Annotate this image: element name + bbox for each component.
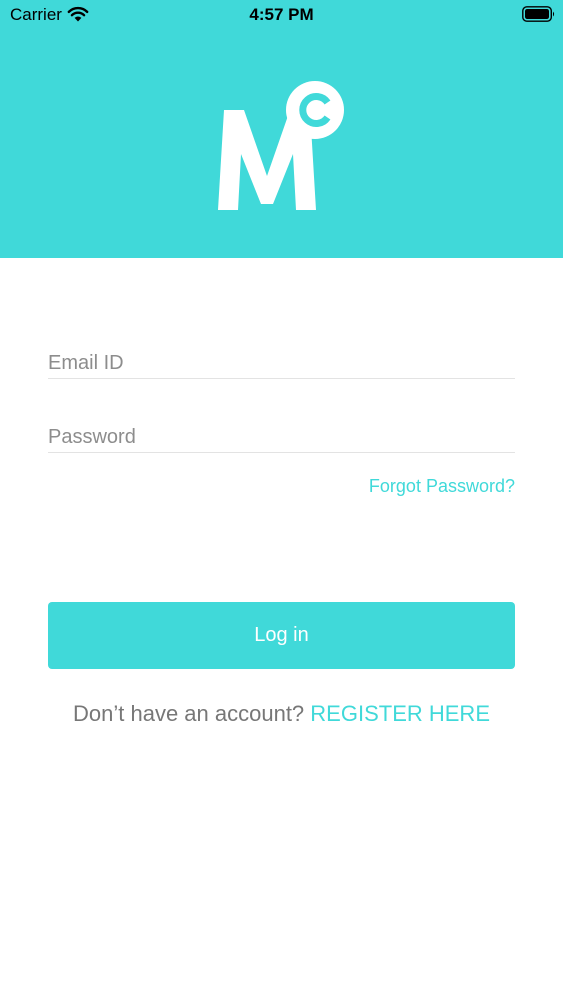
header-banner: Carrier 4:57 PM xyxy=(0,0,563,258)
password-field-row xyxy=(48,420,515,453)
app-logo xyxy=(218,81,344,210)
register-link[interactable]: REGISTER HERE xyxy=(310,701,490,726)
password-field[interactable] xyxy=(48,422,515,452)
login-form: Forgot Password? xyxy=(48,340,515,496)
battery-icon xyxy=(522,6,555,22)
forgot-password-link[interactable]: Forgot Password? xyxy=(369,476,515,497)
email-field-row xyxy=(48,346,515,379)
status-time: 4:57 PM xyxy=(249,5,314,24)
register-prompt-text: Don’t have an account? xyxy=(73,701,305,726)
email-field[interactable] xyxy=(48,348,515,378)
status-bar: Carrier 4:57 PM xyxy=(0,0,563,30)
register-prompt-line: Don’t have an account? REGISTER HERE xyxy=(0,701,563,727)
login-button[interactable]: Log in xyxy=(48,602,515,669)
